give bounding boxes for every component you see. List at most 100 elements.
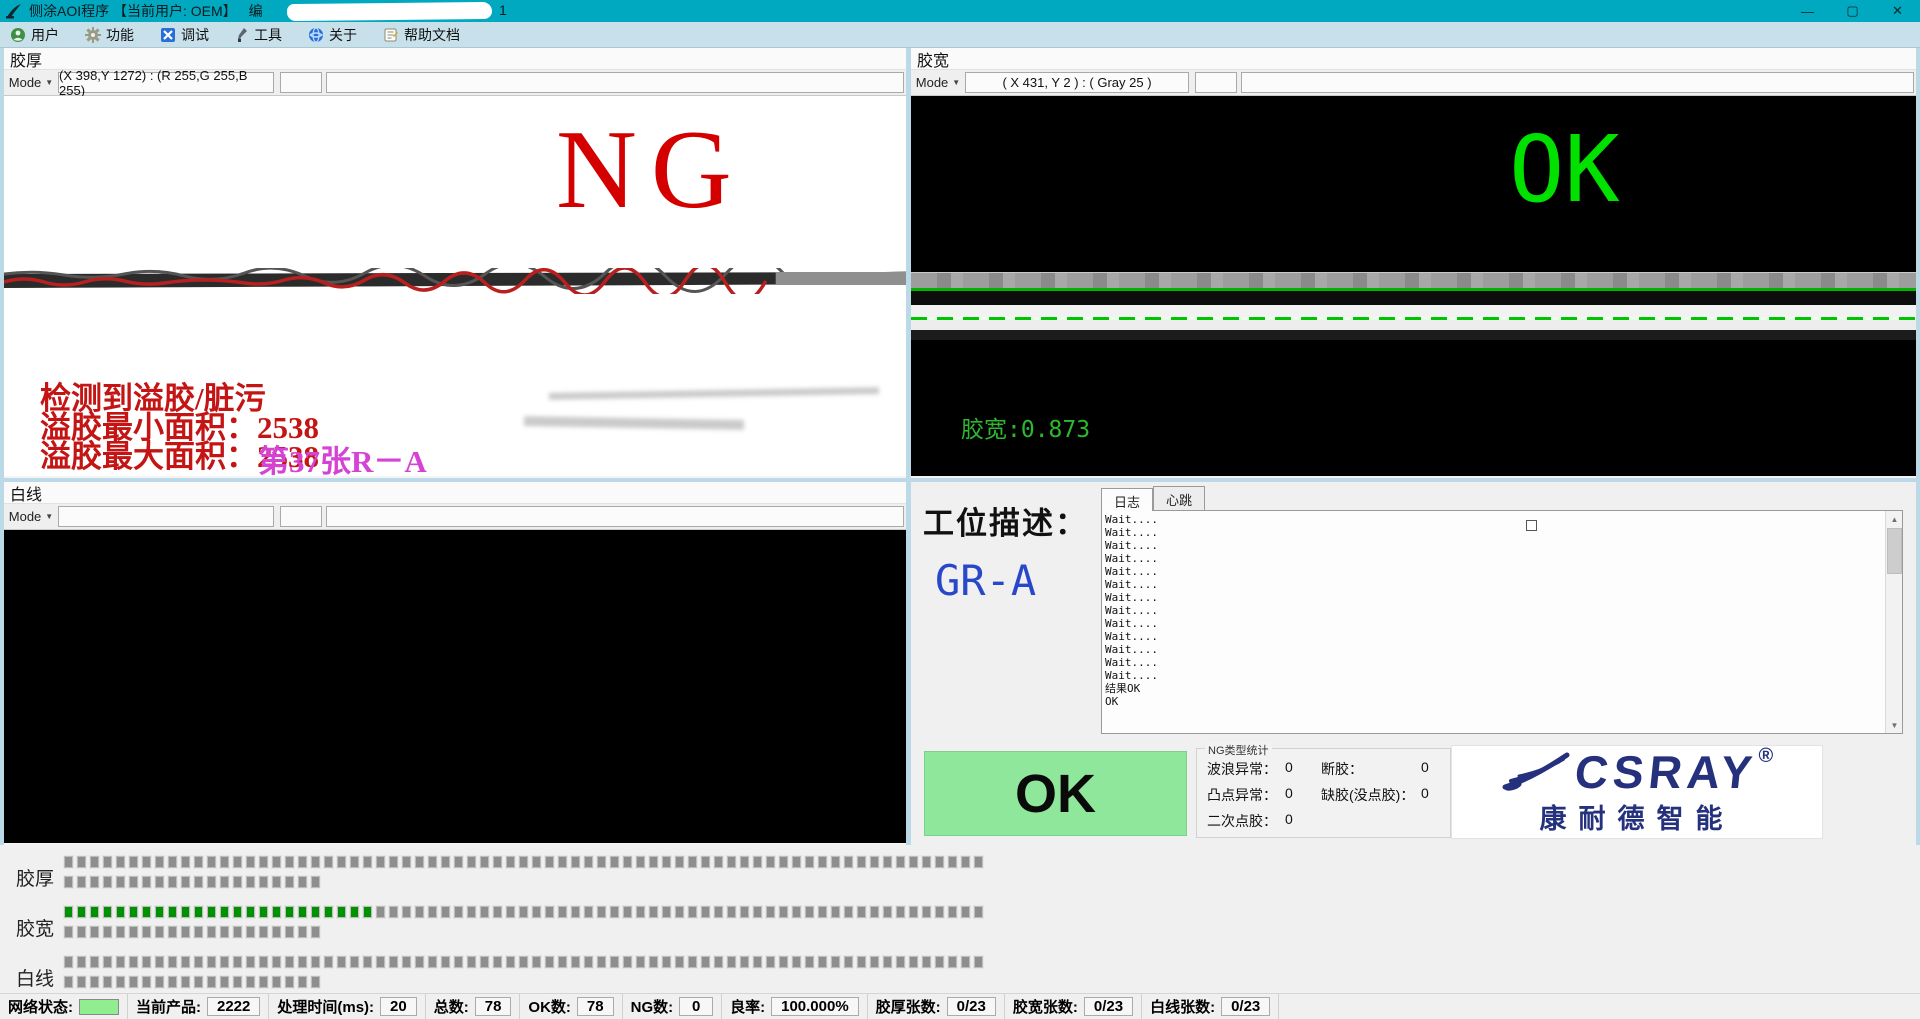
indicator-cell [77,876,86,888]
indicator-cell [974,856,983,868]
tab-log[interactable]: 日志 [1101,488,1153,511]
indicator-cell [584,906,593,918]
indicator-cell [467,856,476,868]
indicator-cell [298,876,307,888]
indicator-cell [64,976,73,988]
indicator-cell [77,906,86,918]
indicator-cell [103,856,112,868]
indicator-cell [948,956,957,968]
menu-item-tools[interactable]: 工具 [235,25,282,45]
log-list[interactable]: Wait....Wait....Wait....Wait....Wait....… [1101,510,1903,734]
indicator-cell [688,956,697,968]
indicator-cell [194,876,203,888]
indicator-cell [64,906,73,918]
indicator-cell [493,956,502,968]
inspection-image-white-line[interactable] [4,530,906,843]
scroll-down-icon[interactable]: ▼ [1886,717,1903,733]
indicator-cell [896,856,905,868]
indicator-cell [285,976,294,988]
mode-dropdown[interactable]: Mode▼ [911,70,965,95]
indicator-cell [272,926,281,938]
indicator-cell [558,856,567,868]
panel-title: 胶宽 [911,48,1916,70]
about-icon [308,27,324,43]
inspection-image-glue-width[interactable]: OK 胶宽:0.873 [911,96,1916,476]
indicator-cell [90,926,99,938]
log-line: Wait.... [1105,539,1158,552]
glue-line-stripes [911,272,1916,340]
chevron-down-icon: ▼ [45,78,53,87]
statusbar-width-frames: 胶宽张数: 0/23 [1005,994,1142,1019]
indicator-cell [753,956,762,968]
scrollbar-thumb[interactable] [1887,528,1902,574]
menu-item-about[interactable]: 关于 [308,25,357,45]
mode-field-long [326,506,904,527]
indicator-cell [311,906,320,918]
glue-edge-wave-band [4,268,906,294]
stat-label: 断胶： [1321,759,1421,779]
menu-label: 功能 [106,25,134,45]
indicator-cell [207,926,216,938]
indicator-cell [376,856,385,868]
log-line: Wait.... [1105,643,1158,656]
log-scrollbar[interactable]: ▲ ▼ [1885,511,1902,733]
maximize-button[interactable]: ▢ [1830,0,1875,22]
mode-field-long [1241,72,1914,93]
mode-dropdown[interactable]: Mode▼ [4,504,58,529]
indicator-cell [753,906,762,918]
statusbar-process-time: 处理时间(ms): 20 [269,994,425,1019]
indicator-cell [142,876,151,888]
indicator-cell [649,906,658,918]
overall-result-panel: OK [924,751,1187,836]
indicator-cell [103,906,112,918]
menu-item-help-doc[interactable]: 帮助文档 [383,25,460,45]
stat-value: 0 [1421,785,1441,805]
menu-item-debug[interactable]: 调试 [160,25,209,45]
indicator-cell [779,856,788,868]
indicator-cell [246,956,255,968]
log-line: Wait.... [1105,552,1158,565]
menu-item-user[interactable]: 用户 [10,25,59,45]
indicator-cell [961,906,970,918]
minimize-button[interactable]: — [1785,0,1830,22]
close-button[interactable]: ✕ [1875,0,1920,22]
log-lines: Wait....Wait....Wait....Wait....Wait....… [1105,513,1158,708]
overall-result-text: OK [1015,763,1096,825]
mode-dropdown[interactable]: Mode▼ [4,70,58,95]
indicator-cell [220,976,229,988]
inspection-image-glue-thickness[interactable]: NG 检测到溢胶/脏污 溢胶最小面积：2538 溢胶最大面积：2538 第37张… [4,96,906,476]
indicator-cell [233,906,242,918]
window-title: 侧涂AOI程序 【当前用户: OEM】 编 1 [29,1,263,21]
indicator-cell [90,876,99,888]
mode-field-small [280,72,322,93]
pixel-coordinate-readout [58,506,274,527]
indicator-row [64,976,320,988]
indicator-cell [532,906,541,918]
indicator-cell [545,956,554,968]
indicator-cell [116,876,125,888]
indicator-cell [285,926,294,938]
indicator-cell [623,906,632,918]
statusbar-thickness-frames: 胶厚张数: 0/23 [868,994,1005,1019]
indicator-cell [324,956,333,968]
indicator-cell [480,956,489,968]
indicator-cell [636,856,645,868]
erased-overlay-smudge [549,387,879,400]
indicator-cell [701,906,710,918]
tab-heartbeat[interactable]: 心跳 [1153,486,1205,511]
log-checkbox[interactable] [1526,520,1537,531]
indicator-cell [129,926,138,938]
scroll-up-icon[interactable]: ▲ [1886,511,1903,527]
indicator-cell [168,876,177,888]
indicator-cell [129,956,138,968]
station-description-label: 工位描述： [923,498,1088,543]
indicator-cell [155,976,164,988]
menu-bar: 用户 功能 调试 工具 [0,22,1920,48]
title-bar: 侧涂AOI程序 【当前用户: OEM】 编 1 — ▢ ✕ [0,0,1920,22]
indicator-cell [116,856,125,868]
indicator-cell [246,856,255,868]
indicator-cell [597,856,606,868]
indicator-cell [64,956,73,968]
menu-item-functions[interactable]: 功能 [85,25,134,45]
indicator-cell [311,856,320,868]
